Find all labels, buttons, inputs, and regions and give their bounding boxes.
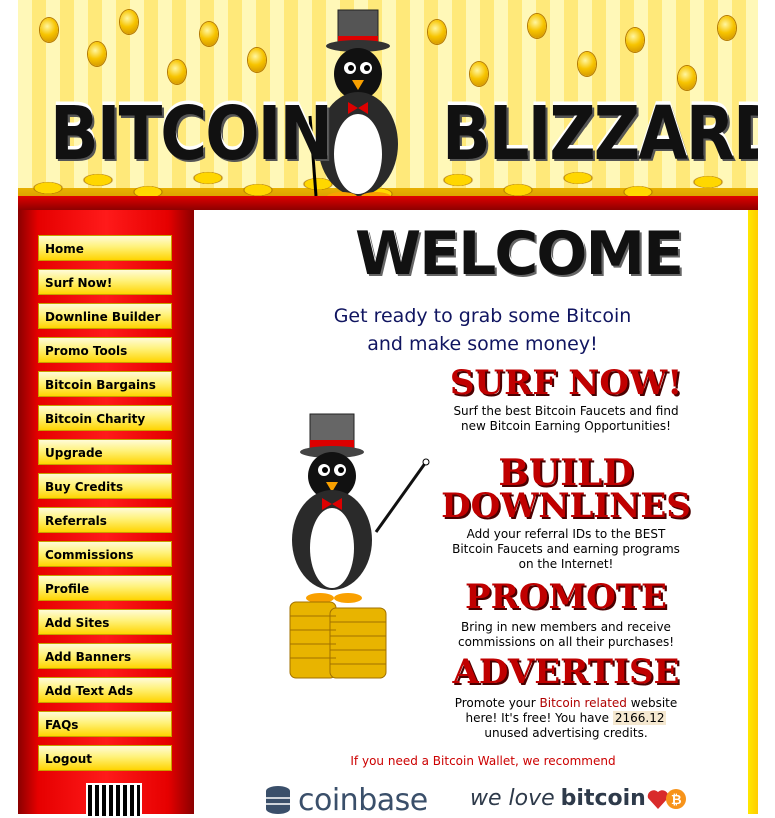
tagline: Get ready to grab some Bitcoin and make … (300, 302, 665, 358)
gold-coin-icon (678, 66, 696, 90)
tagline-line-2: and make some money! (367, 333, 598, 355)
build-text: Add your referral IDs to the BEST Bitcoi… (452, 527, 680, 571)
sidebar-item-faqs[interactable]: FAQs (38, 711, 172, 737)
logo-text-blizzard: BLIZZARD (442, 92, 758, 178)
gold-coin-icon (200, 22, 218, 46)
sidebar-item-bitcoin-bargains[interactable]: Bitcoin Bargains (38, 371, 172, 397)
welcome-heading: WELCOME (355, 219, 684, 289)
coinbase-stack-icon (266, 786, 290, 814)
gold-coin-icon (718, 16, 736, 40)
surf-now-heading: SURF NOW! (449, 363, 683, 403)
bitcoin-text: bitcoin (560, 786, 646, 811)
svg-text:₿: ₿ (671, 793, 682, 808)
gold-coin-icon (428, 20, 446, 44)
tagline-line-1: Get ready to grab some Bitcoin (333, 305, 632, 327)
coinbase-text: coinbase (298, 782, 428, 818)
qr-code-icon (86, 783, 142, 818)
sidebar-item-add-sites[interactable]: Add Sites (38, 609, 172, 635)
sidebar-item-profile[interactable]: Profile (38, 575, 172, 601)
surf-now-text: Surf the best Bitcoin Faucets and find n… (453, 404, 679, 433)
sidebar-item-buy-credits[interactable]: Buy Credits (38, 473, 172, 499)
sidebar-item-commissions[interactable]: Commissions (38, 541, 172, 567)
coinbase-logo[interactable]: coinbase (264, 782, 428, 818)
gold-coin-icon (626, 28, 644, 52)
header-divider (18, 196, 758, 210)
advertise-text-post: unused advertising credits. (484, 726, 648, 740)
right-border (748, 210, 758, 814)
gold-coin-icon (470, 62, 488, 86)
gold-coin-icon (120, 10, 138, 34)
sidebar-item-surf-now[interactable]: Surf Now! (38, 269, 172, 295)
sidebar-item-home[interactable]: Home (38, 235, 172, 261)
gold-coin-icon (40, 18, 58, 42)
gold-coin-icon (168, 60, 186, 84)
heart-bitcoin-icon: ₿ (647, 788, 686, 809)
gold-coin-icon (88, 42, 106, 66)
sidebar-item-bitcoin-charity[interactable]: Bitcoin Charity (38, 405, 172, 431)
sidebar-item-upgrade[interactable]: Upgrade (38, 439, 172, 465)
we-love-bitcoin-logo: we love bitcoin ₿ (470, 786, 686, 811)
we-love-text: we love (470, 786, 555, 811)
sidebar-item-promo-tools[interactable]: Promo Tools (38, 337, 172, 363)
downlines-heading: DOWNLINES (441, 486, 691, 526)
sidebar-item-downline-builder[interactable]: Downline Builder (38, 303, 172, 329)
bitcoin-related-link[interactable]: Bitcoin related (540, 696, 627, 710)
advertise-text-pre: Promote your (454, 696, 540, 710)
promote-heading: PROMOTE (465, 577, 667, 617)
logo-text-bitcoin: BITCOIN (50, 92, 333, 178)
sidebar-item-referrals[interactable]: Referrals (38, 507, 172, 533)
wallet-recommendation: If you need a Bitcoin Wallet, we recomme… (350, 754, 616, 768)
sidebar-item-add-text-ads[interactable]: Add Text Ads (38, 677, 172, 703)
sidebar-item-logout[interactable]: Logout (38, 745, 172, 771)
gold-coin-icon (528, 14, 546, 38)
advertise-text: Promote your Bitcoin related website her… (446, 696, 686, 741)
credits-value: 2166.12 (612, 711, 667, 725)
penguin-on-coins-icon (289, 413, 430, 679)
gold-coin-icon (578, 52, 596, 76)
sidebar-item-add-banners[interactable]: Add Banners (38, 643, 172, 669)
advertise-heading: ADVERTISE (452, 652, 680, 692)
gold-coin-icon (248, 48, 266, 72)
promote-text: Bring in new members and receive commiss… (457, 620, 675, 649)
header-banner: BITCOIN BLIZZARD (18, 0, 758, 210)
